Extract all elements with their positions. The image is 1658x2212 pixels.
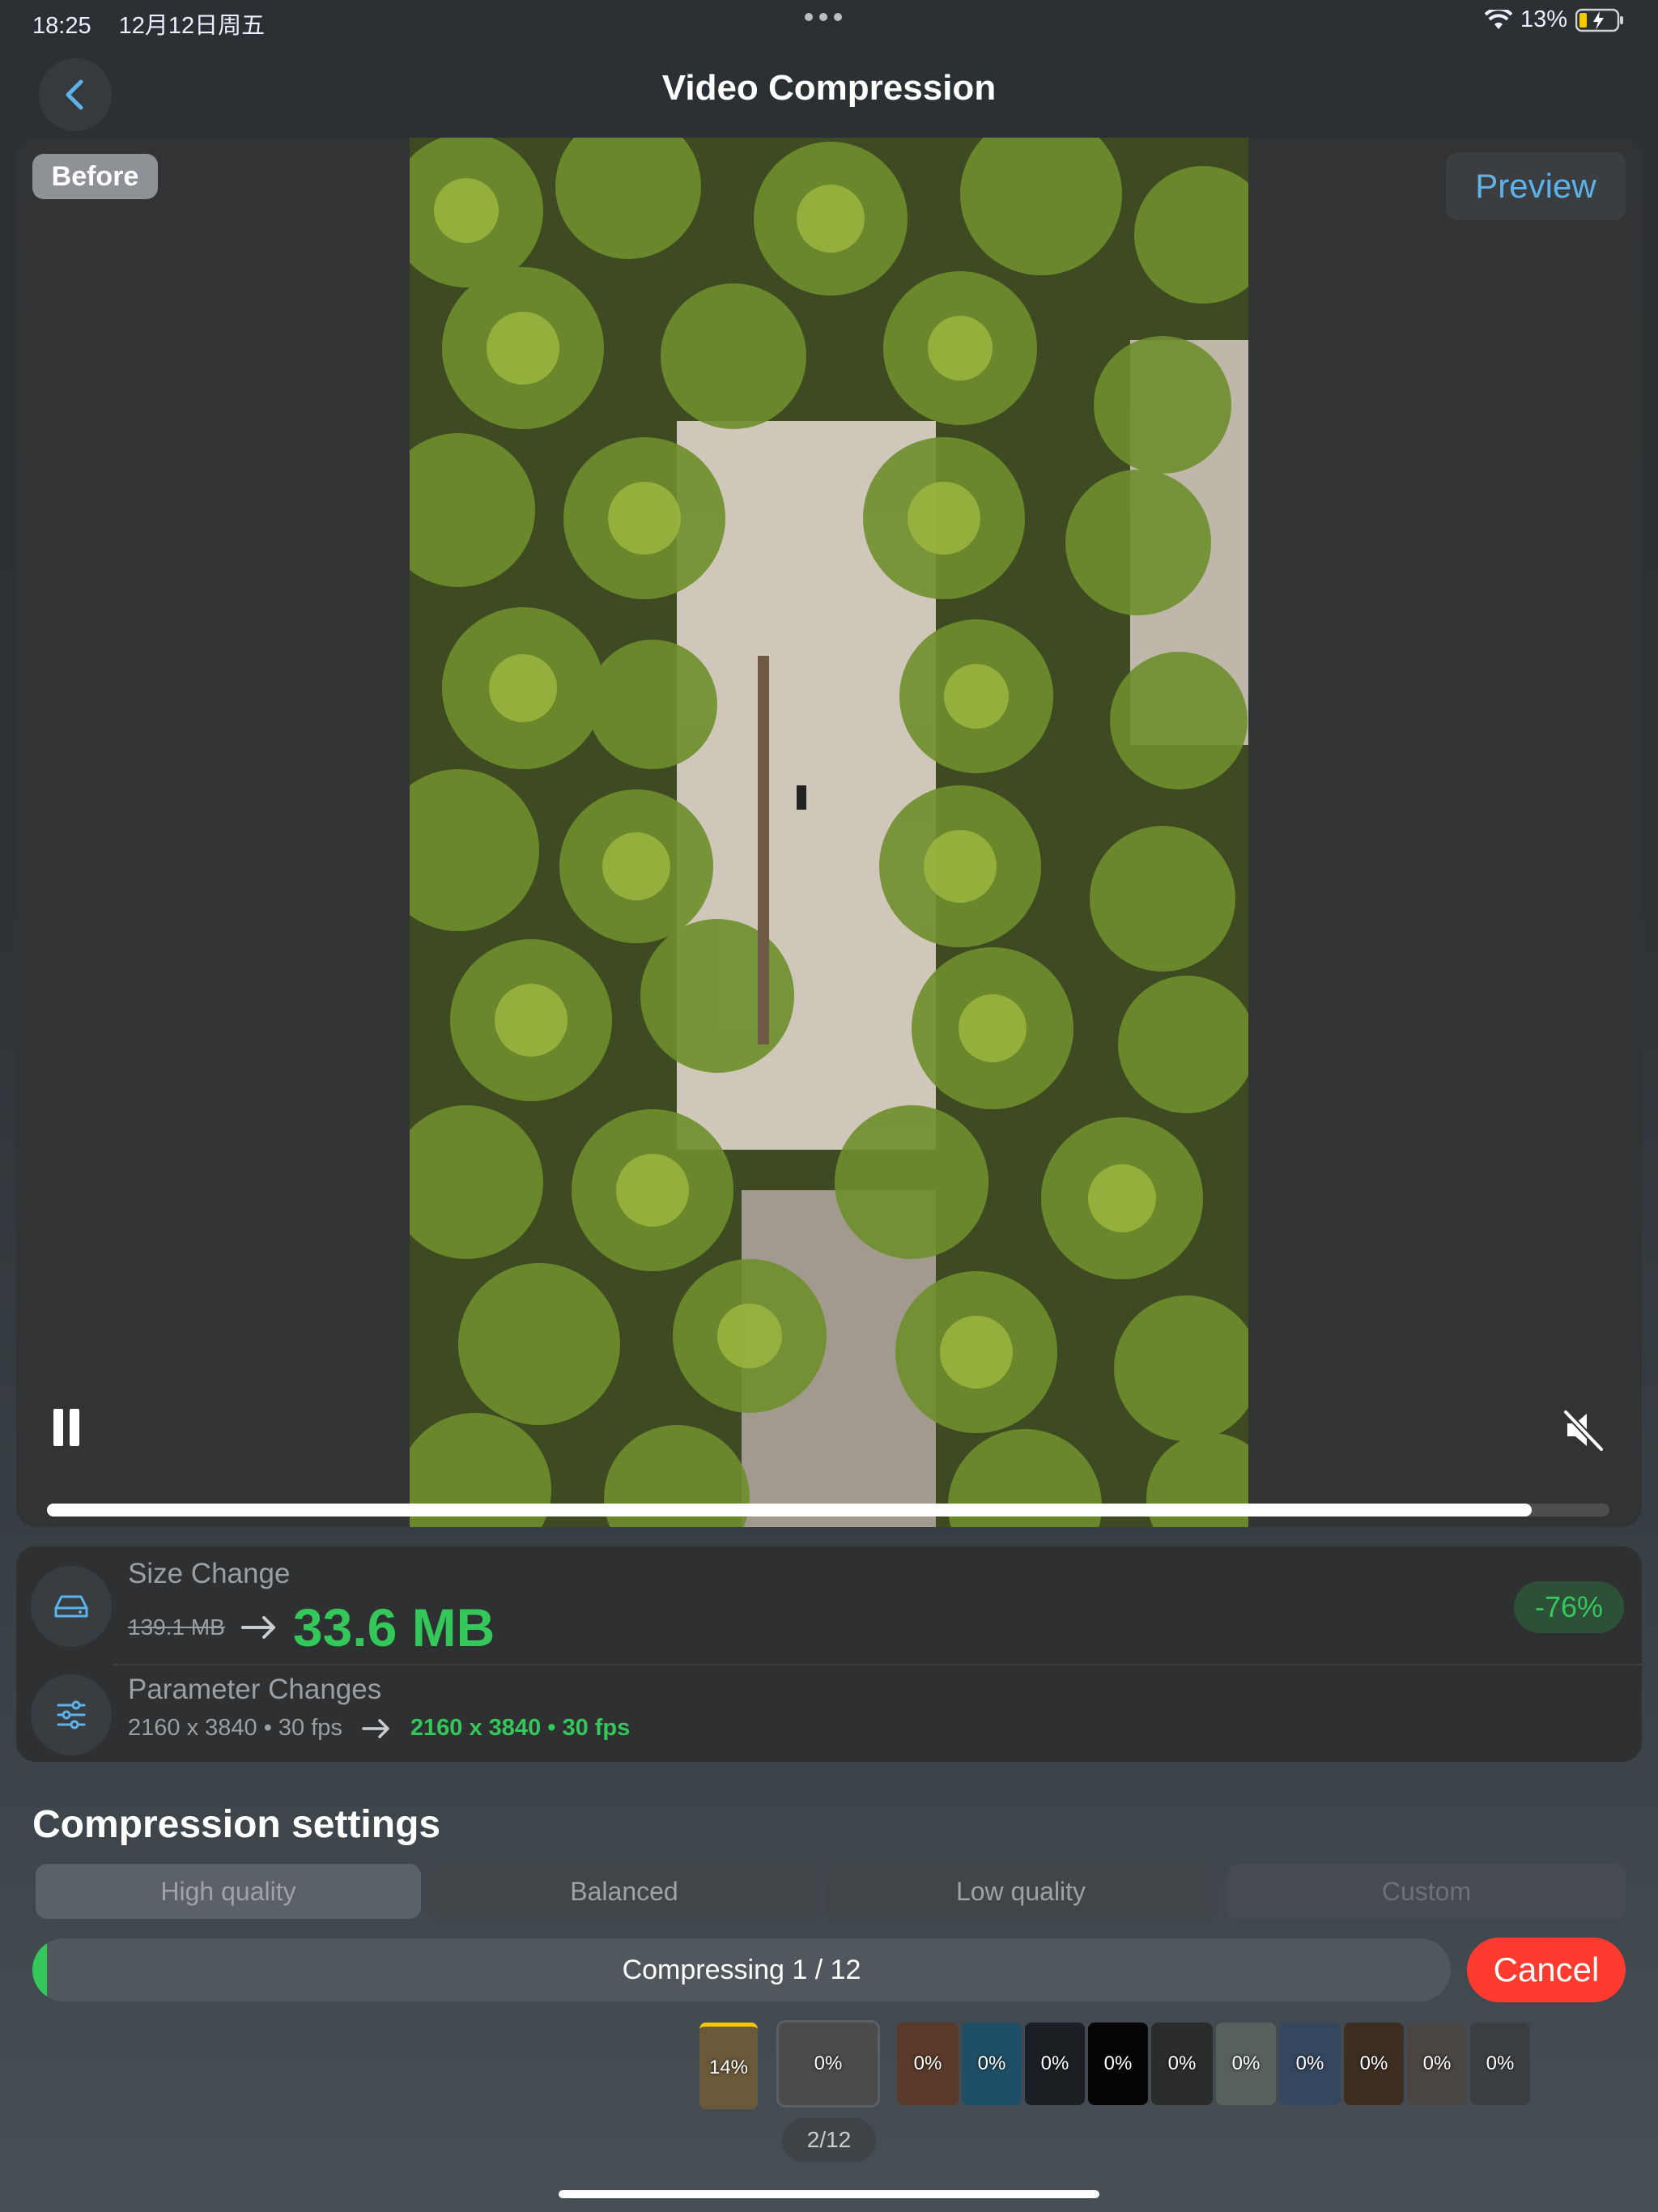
page-title: Video Compression [661, 68, 997, 108]
queue-thumbnail[interactable]: 0% [1470, 2023, 1530, 2105]
video-frame [410, 138, 1248, 1527]
compression-status-text: Compressing 1 / 12 [622, 1954, 861, 1985]
params-icon-circle [31, 1674, 112, 1755]
queue-thumbnail-percent: 0% [1295, 2052, 1324, 2074]
queue-thumbnail[interactable]: 0% [1025, 2023, 1085, 2105]
option-low-quality[interactable]: Low quality [826, 1864, 1216, 1919]
queue-thumbnail-percent: 0% [1359, 2052, 1388, 2074]
before-badge: Before [32, 154, 158, 199]
home-indicator[interactable] [559, 2190, 1099, 2198]
preview-button[interactable]: Preview [1446, 152, 1626, 220]
sliders-icon [57, 1700, 86, 1729]
queue-thumbnail[interactable]: 0% [1407, 2023, 1467, 2105]
status-date: 12月12日周五 [118, 13, 266, 39]
queue-thumbnail-percent: 0% [913, 2052, 942, 2074]
size-change-label: Size Change [128, 1558, 291, 1589]
queue-thumbnail[interactable]: 14% [699, 2023, 758, 2109]
queue-thumbnail-percent: 0% [977, 2052, 1006, 2074]
status-time: 18:25 [32, 13, 91, 39]
speaker-muted-icon [1563, 1410, 1604, 1452]
battery-percent: 13% [1520, 6, 1567, 32]
queue-thumbnail-percent: 0% [1167, 2052, 1197, 2074]
arrow-right-icon [240, 1616, 275, 1639]
queue-thumbnail-percent: 0% [1422, 2052, 1452, 2074]
option-balanced[interactable]: Balanced [426, 1864, 823, 1919]
queue-thumbnail[interactable]: 0% [1151, 2023, 1213, 2105]
queue-thumbnail[interactable]: 0% [1088, 2023, 1148, 2105]
queue-thumbnail-percent: 0% [1103, 2052, 1133, 2074]
battery-charging-icon [1575, 8, 1623, 32]
info-divider [113, 1664, 1642, 1665]
wifi-icon [1484, 9, 1512, 29]
compression-progress-bar: Compressing 1 / 12 [32, 1938, 1451, 2001]
queue-counter: 2/12 [782, 2118, 876, 2162]
queue-thumbnail-percent: 0% [1040, 2052, 1069, 2074]
option-high-quality[interactable]: High quality [36, 1864, 421, 1919]
queue-thumbnail[interactable]: 0% [1216, 2023, 1276, 2105]
queue-thumbnail[interactable]: 0% [962, 2023, 1022, 2105]
settings-title: Compression settings [32, 1803, 441, 1846]
new-size: 33.6 MB [292, 1597, 495, 1657]
queue-thumbnail-percent: 0% [1231, 2052, 1261, 2074]
pause-button[interactable] [50, 1409, 83, 1448]
playback-progress-fill [47, 1504, 1532, 1516]
new-params: 2160 x 3840 • 30 fps [410, 1715, 631, 1741]
queue-thumbnail-percent: 14% [708, 2057, 749, 2078]
playback-scrubber[interactable] [47, 1504, 1609, 1516]
status-bar-right: 13% [1484, 6, 1626, 33]
queue-thumbnail[interactable]: 0% [1279, 2023, 1341, 2105]
option-custom[interactable]: Custom [1227, 1864, 1626, 1919]
size-change-values: 139.1 MB 33.6 MB [128, 1597, 495, 1658]
queue-thumbnail-percent: 0% [814, 2052, 843, 2074]
old-params: 2160 x 3840 • 30 fps [128, 1715, 342, 1741]
queue-thumbnail[interactable]: 0% [776, 2020, 880, 2108]
queue-thumbnail-percent: 0% [1486, 2052, 1515, 2074]
arrow-right-icon [362, 1718, 389, 1738]
cancel-button[interactable]: Cancel [1467, 1938, 1626, 2002]
parameter-values: 2160 x 3840 • 30 fps 2160 x 3840 • 30 fp… [128, 1715, 630, 1742]
reduction-percent-badge: -76% [1514, 1581, 1624, 1633]
size-icon-circle [31, 1566, 112, 1647]
old-size: 139.1 MB [128, 1614, 225, 1640]
queue-thumbnail[interactable]: 0% [897, 2023, 959, 2105]
mute-button[interactable] [1561, 1407, 1606, 1453]
parameter-changes-label: Parameter Changes [128, 1674, 382, 1705]
multitasking-dots-icon[interactable] [805, 13, 842, 21]
palm-trees-video-image [410, 138, 1248, 1527]
status-bar-left: 18:25 12月12日周五 [32, 6, 265, 40]
drive-icon [54, 1595, 88, 1618]
queue-thumbnail[interactable]: 0% [1344, 2023, 1404, 2105]
